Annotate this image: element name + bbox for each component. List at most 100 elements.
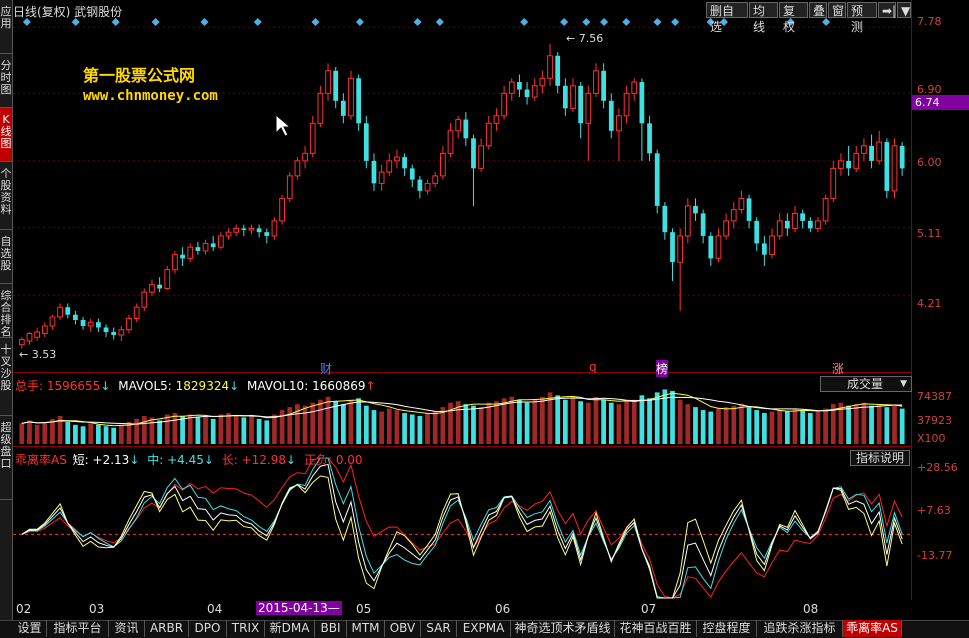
bottom-tab-6[interactable]: 新DMA bbox=[265, 620, 315, 637]
candle-body-up bbox=[547, 55, 553, 79]
toolbar-button-1[interactable]: 均线 bbox=[749, 2, 778, 34]
sidebar-item-7[interactable]: 超级盘口 bbox=[0, 416, 12, 500]
toolbar-button-2[interactable]: 复权 bbox=[779, 2, 808, 34]
volume-bar-down bbox=[340, 404, 346, 444]
sidebar-item-4[interactable]: 自选股 bbox=[0, 230, 12, 284]
toolbar-button-7[interactable]: ▼ bbox=[897, 2, 911, 18]
candle-body-down bbox=[471, 138, 476, 169]
bottom-tab-3[interactable]: ARBR bbox=[145, 620, 189, 637]
signal-diamond bbox=[520, 18, 529, 26]
volume-bar-up bbox=[88, 423, 94, 444]
candle-body-up bbox=[49, 316, 56, 327]
candle-body-down bbox=[754, 220, 760, 244]
bottom-tab-4[interactable]: DPO bbox=[189, 620, 227, 637]
volume-bar-down bbox=[746, 407, 752, 444]
candle-body-up bbox=[271, 220, 278, 237]
volume-bar-up bbox=[302, 405, 308, 444]
sidebar-item-0[interactable]: 应用 bbox=[0, 0, 12, 54]
signal-diamond bbox=[671, 18, 680, 26]
price-tick: 5.11 bbox=[917, 227, 942, 240]
candle-body-up bbox=[822, 197, 829, 222]
bottom-tab-9[interactable]: OBV bbox=[385, 620, 421, 637]
bottom-tab-2[interactable]: 资讯 bbox=[109, 620, 145, 637]
volume-bar-down bbox=[807, 413, 813, 444]
volume-bar-down bbox=[608, 402, 614, 444]
candle-body-down bbox=[409, 168, 415, 180]
bottom-tab-11[interactable]: EXPMA bbox=[457, 620, 511, 637]
sidebar-item-3[interactable]: 个股资料 bbox=[0, 162, 12, 230]
bottom-tab-0[interactable]: 设置 bbox=[13, 620, 47, 637]
candle-body-up bbox=[838, 160, 844, 169]
sidebar-item-5[interactable]: 综合排名 bbox=[0, 284, 12, 338]
candle-body-down bbox=[241, 228, 247, 230]
volume-bar-down bbox=[417, 415, 423, 444]
volume-bar-up bbox=[478, 407, 484, 444]
indicator-tick: -13.77 bbox=[917, 549, 953, 562]
candle-body-up bbox=[677, 235, 684, 263]
volume-bar-up bbox=[723, 407, 729, 444]
sidebar-item-6[interactable]: 十叉沙股 bbox=[0, 338, 12, 416]
volume-bar-down bbox=[708, 411, 714, 444]
signal-diamond bbox=[413, 18, 422, 26]
candle-body-down bbox=[96, 322, 101, 328]
bottom-tab-5[interactable]: TRIX bbox=[227, 620, 265, 637]
candle-body-up bbox=[432, 175, 439, 184]
panel-divider bbox=[13, 446, 911, 447]
candle-body-up bbox=[585, 92, 592, 124]
toolbar-button-5[interactable]: 预测 bbox=[847, 2, 877, 34]
bottom-tab-13[interactable]: 花神百战百胜 bbox=[615, 620, 697, 637]
bottom-tab-10[interactable]: SAR bbox=[421, 620, 457, 637]
bottom-tab-14[interactable]: 控盘程度 bbox=[697, 620, 757, 637]
candle-body-down bbox=[371, 160, 377, 184]
candle-body-up bbox=[447, 130, 454, 154]
volume-bar-up bbox=[118, 424, 124, 444]
event-marker[interactable]: 涨 bbox=[832, 360, 844, 377]
volume-bar-up bbox=[50, 418, 55, 444]
sidebar-item-2[interactable]: K线图 bbox=[0, 108, 12, 162]
toolbar-button-4[interactable]: 窗 bbox=[828, 2, 846, 18]
bottom-tab-8[interactable]: MTM bbox=[347, 620, 385, 637]
volume-bar-down bbox=[180, 415, 185, 444]
toolbar-button-6[interactable]: ➡| bbox=[878, 2, 896, 18]
candle-body-down bbox=[700, 213, 706, 236]
panel-divider bbox=[13, 372, 911, 373]
candle-body-down bbox=[402, 157, 407, 169]
bottom-tab-16[interactable]: 乖离率AS bbox=[843, 620, 902, 637]
bottom-tab-12[interactable]: 神奇选顶术矛盾线 bbox=[511, 620, 615, 637]
toolbar-button-3[interactable]: 叠 bbox=[809, 2, 827, 18]
event-marker[interactable]: 财 bbox=[320, 360, 332, 377]
toolbar-button-0[interactable]: 删自选 bbox=[706, 2, 748, 34]
indicator-help-button[interactable]: 指标说明 bbox=[850, 450, 910, 466]
bottom-tab-7[interactable]: BBI bbox=[315, 620, 347, 637]
candle-body-up bbox=[455, 119, 462, 132]
candle-body-up bbox=[539, 77, 546, 87]
candle-body-up bbox=[41, 325, 48, 334]
sidebar-item-1[interactable]: 分时图 bbox=[0, 54, 12, 108]
event-marker[interactable]: 榜 bbox=[656, 360, 669, 377]
indicator-header: 乖离率AS 短: +2.13↓ 中: +4.45↓ 长: +12.98↓ 正负:… bbox=[15, 451, 363, 468]
candle-body-up bbox=[631, 81, 638, 94]
volume-indicator-select[interactable]: 成交量 ▼ bbox=[820, 376, 912, 392]
mid-value: +4.45 bbox=[167, 453, 204, 467]
candle-body-down bbox=[662, 205, 668, 233]
signal-diamond bbox=[435, 18, 444, 26]
bottom-tab-1[interactable]: 指标平台 bbox=[47, 620, 109, 637]
candle-body-up bbox=[317, 92, 324, 124]
volume-bar-down bbox=[700, 410, 706, 444]
bias-short-line bbox=[21, 475, 903, 599]
candle-body-up bbox=[141, 291, 148, 308]
volume-bar-up bbox=[172, 413, 178, 444]
bottom-tab-15[interactable]: 追跌杀涨指标 bbox=[757, 620, 843, 637]
high-annotation: ← 7.56 bbox=[566, 32, 604, 45]
volume-bar-down bbox=[884, 407, 890, 444]
volume-bar-down bbox=[670, 390, 675, 444]
candle-body-up bbox=[378, 171, 385, 184]
current-price-badge: 6.74 bbox=[912, 95, 969, 110]
arrow-down-icon: ↓ bbox=[229, 379, 240, 393]
candle-body-up bbox=[769, 235, 775, 256]
volume-bar-up bbox=[792, 408, 798, 444]
event-marker[interactable]: q bbox=[589, 360, 597, 374]
candle-body-down bbox=[356, 78, 362, 124]
volume-bar-down bbox=[784, 411, 790, 444]
volume-total-label: 总手: bbox=[15, 379, 44, 393]
